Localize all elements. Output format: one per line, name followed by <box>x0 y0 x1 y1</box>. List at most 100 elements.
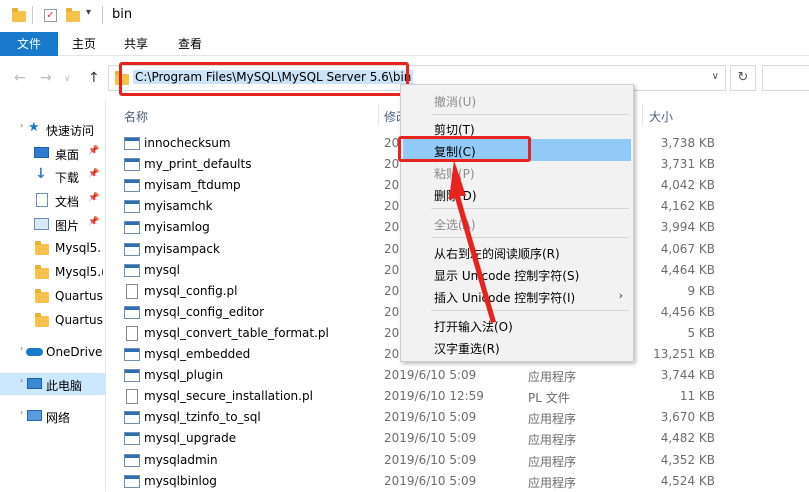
quick-access-dropdown-icon[interactable]: ▾ <box>86 7 91 18</box>
file-name: mysql_config.pl <box>144 283 238 298</box>
application-icon <box>124 474 140 488</box>
nav-item-folder-quartus-1[interactable]: Quartus <box>0 285 106 307</box>
properties-checkbox-icon[interactable]: ✓ <box>44 9 57 22</box>
tab-view[interactable]: 查看 <box>178 32 202 56</box>
menu-item-insert-unicode[interactable]: 插入 Unicode 控制字符(I) › <box>401 285 633 307</box>
star-icon: ★ <box>28 120 40 135</box>
window-title: bin <box>112 7 133 22</box>
folder-icon <box>35 265 49 279</box>
file-size: 4,162 KB <box>660 199 715 214</box>
file-type: 应用程序 <box>528 433 577 448</box>
nav-item-label: 快速访问 <box>46 124 95 138</box>
nav-item-label: Quartus <box>55 313 103 327</box>
column-divider[interactable] <box>378 104 379 126</box>
application-icon <box>124 348 140 361</box>
refresh-button[interactable]: ↻ <box>730 65 756 91</box>
file-size: 5 KB <box>687 325 715 340</box>
application-icon <box>124 453 140 467</box>
table-row[interactable]: mysql_upgrade 2019/6/10 5:09 应用程序 4,482 KB <box>112 428 809 449</box>
chevron-right-icon[interactable]: › <box>20 121 23 130</box>
nav-item-label: 桌面 <box>55 148 80 162</box>
table-row[interactable]: mysqladmin 2019/6/10 5:09 应用程序 4,352 KB <box>112 450 809 471</box>
menu-item-open-ime[interactable]: 打开输入法(O) <box>401 314 633 336</box>
back-arrow-icon[interactable]: ← <box>14 70 26 86</box>
file-size: 11 KB <box>679 389 715 404</box>
cloud-icon <box>26 348 43 356</box>
menu-item-rtl-reading[interactable]: 从右到左的阅读顺序(R) <box>401 241 633 263</box>
nav-item-quick-access[interactable]: › ★ 快速访问 <box>0 118 106 140</box>
nav-item-onedrive[interactable]: › OneDrive <box>0 341 106 363</box>
pin-icon[interactable]: 📌 <box>88 169 99 179</box>
navigation-pane: › ★ 快速访问 桌面 📌 ↓ 下载 📌 文档 📌 图片 📌 Mysql5.! … <box>0 100 106 491</box>
nav-item-downloads[interactable]: ↓ 下载 📌 <box>0 165 106 187</box>
table-row[interactable]: mysqlbinlog 2019/6/10 5:09 应用程序 4,524 KB <box>112 471 809 492</box>
pl-file-icon <box>126 389 138 405</box>
submenu-arrow-icon: › <box>618 289 623 302</box>
pin-icon[interactable]: 📌 <box>88 193 99 203</box>
column-header-name[interactable]: 名称 <box>124 108 148 125</box>
menu-item-label: 粘贴(P) <box>434 167 475 181</box>
file-date: 2019/6/10 5:09 <box>384 473 477 488</box>
file-size: 3,994 KB <box>660 220 715 235</box>
table-row[interactable]: mysql_plugin 2019/6/10 5:09 应用程序 3,744 KB <box>112 365 809 386</box>
menu-item-show-unicode[interactable]: 显示 Unicode 控制字符(S) <box>401 263 633 285</box>
desktop-icon <box>34 147 49 158</box>
nav-item-network[interactable]: › 网络 <box>0 405 106 427</box>
column-divider[interactable] <box>642 104 643 126</box>
new-folder-icon[interactable] <box>66 8 80 22</box>
nav-item-label: 网络 <box>46 411 71 425</box>
file-date: 20 <box>384 199 400 214</box>
forward-arrow-icon[interactable]: → <box>40 70 52 86</box>
table-row[interactable]: mysql_tzinfo_to_sql 2019/6/10 5:09 应用程序 3,6… <box>112 407 809 428</box>
tab-file[interactable]: 文件 <box>0 32 58 56</box>
file-size: 4,482 KB <box>660 431 715 446</box>
file-date: 2019/6/10 5:09 <box>384 368 477 383</box>
folder-icon <box>35 241 49 255</box>
column-header-size[interactable]: 大小 <box>649 108 673 125</box>
nav-item-pictures[interactable]: 图片 📌 <box>0 213 106 235</box>
application-icon <box>124 369 140 383</box>
file-name: mysql_config_editor <box>144 304 265 319</box>
tab-share[interactable]: 共享 <box>124 32 148 56</box>
file-size: 9 KB <box>687 283 715 298</box>
file-date: 20 <box>384 283 400 298</box>
file-size: 3,744 KB <box>660 368 715 383</box>
file-size: 4,042 KB <box>660 178 715 193</box>
search-input[interactable] <box>762 65 809 91</box>
file-name: mysql <box>144 262 180 277</box>
nav-item-documents[interactable]: 文档 📌 <box>0 189 106 211</box>
up-arrow-icon[interactable]: ↑ <box>88 70 100 86</box>
tab-home[interactable]: 主页 <box>72 32 96 56</box>
chevron-right-icon[interactable]: › <box>20 376 23 385</box>
nav-item-desktop[interactable]: 桌面 📌 <box>0 142 106 164</box>
menu-item-reconvert[interactable]: 汉字重选(R) <box>401 336 633 358</box>
file-name: mysql_tzinfo_to_sql <box>144 410 261 425</box>
file-name: mysql_secure_installation.pl <box>144 389 313 404</box>
chevron-right-icon[interactable]: › <box>20 408 23 417</box>
file-date: 20 <box>384 241 400 256</box>
nav-item-folder-mysql-1[interactable]: Mysql5.! <box>0 237 106 259</box>
application-icon <box>124 242 140 256</box>
file-size: 3,731 KB <box>660 157 715 172</box>
nav-item-folder-quartus-2[interactable]: Quartus <box>0 309 106 331</box>
file-name: myisam_ftdump <box>144 178 241 193</box>
chevron-right-icon[interactable]: › <box>20 344 23 353</box>
file-date: 20 <box>384 157 400 172</box>
menu-item-delete[interactable]: 删除(D) <box>401 183 633 205</box>
file-size: 4,067 KB <box>660 241 715 256</box>
file-name: innochecksum <box>144 136 231 150</box>
recent-locations-chevron-icon[interactable]: ∨ <box>64 74 71 84</box>
pin-icon[interactable]: 📌 <box>88 146 99 156</box>
pin-icon[interactable]: 📌 <box>88 217 99 227</box>
address-dropdown-icon[interactable]: ∨ <box>712 71 719 82</box>
file-type: 应用程序 <box>528 454 577 469</box>
file-size: 4,464 KB <box>660 262 715 277</box>
nav-item-this-pc[interactable]: › 此电脑 <box>0 373 106 395</box>
picture-icon <box>34 218 49 230</box>
nav-item-label: 文档 <box>55 195 80 209</box>
table-row[interactable]: mysql_secure_installation.pl 2019/6/10 12… <box>112 386 809 407</box>
application-icon <box>124 158 140 172</box>
computer-icon <box>27 378 42 389</box>
nav-item-folder-mysql-2[interactable]: Mysql5.( <box>0 261 106 283</box>
file-size: 3,670 KB <box>660 410 715 425</box>
